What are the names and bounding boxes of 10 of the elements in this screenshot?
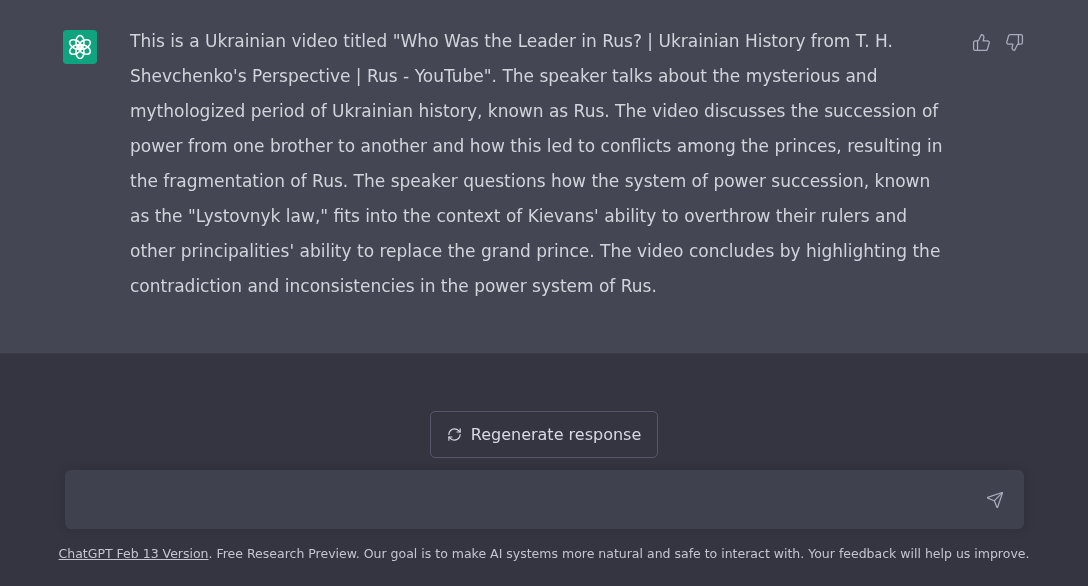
thumbs-down-icon[interactable]: [1005, 33, 1024, 52]
send-icon[interactable]: [985, 490, 1004, 509]
response-text: This is a Ukrainian video titled "Who Was the Leader in Rus? | Ukrainian History from T. H. Shevchenko's Perspective | Rus - YouTube". The speaker talks about the mysterious and mythologized period of Ukrainian history, known as Rus. The video discusses the succession of power from one brother to another and how this led to conflicts among the princes, resulting in the fragmentation of Rus. The speaker questions how the system of power succession, known as the "Lystovnyk law," fits into the context of Kievans' ability to overthrow their rulers and other principalities' ability to replace the grand prince. The video concludes by highlighting the contradiction and inconsistencies in the power system of Rus.: [130, 30, 944, 298]
assistant-avatar-icon: [63, 30, 97, 64]
thumbs-up-icon[interactable]: [972, 33, 991, 52]
message-input[interactable]: [64, 470, 1024, 529]
refresh-icon: [446, 427, 462, 442]
footer-note: ChatGPT Feb 13 Version. Free Research Preview. Our goal is to make AI systems more natural and safe to interact with. Your feedback will help us improve.: [58, 546, 1030, 561]
regenerate-button[interactable]: Regenerate response: [429, 411, 659, 458]
version-link[interactable]: ChatGPT Feb 13 Version: [58, 546, 209, 561]
